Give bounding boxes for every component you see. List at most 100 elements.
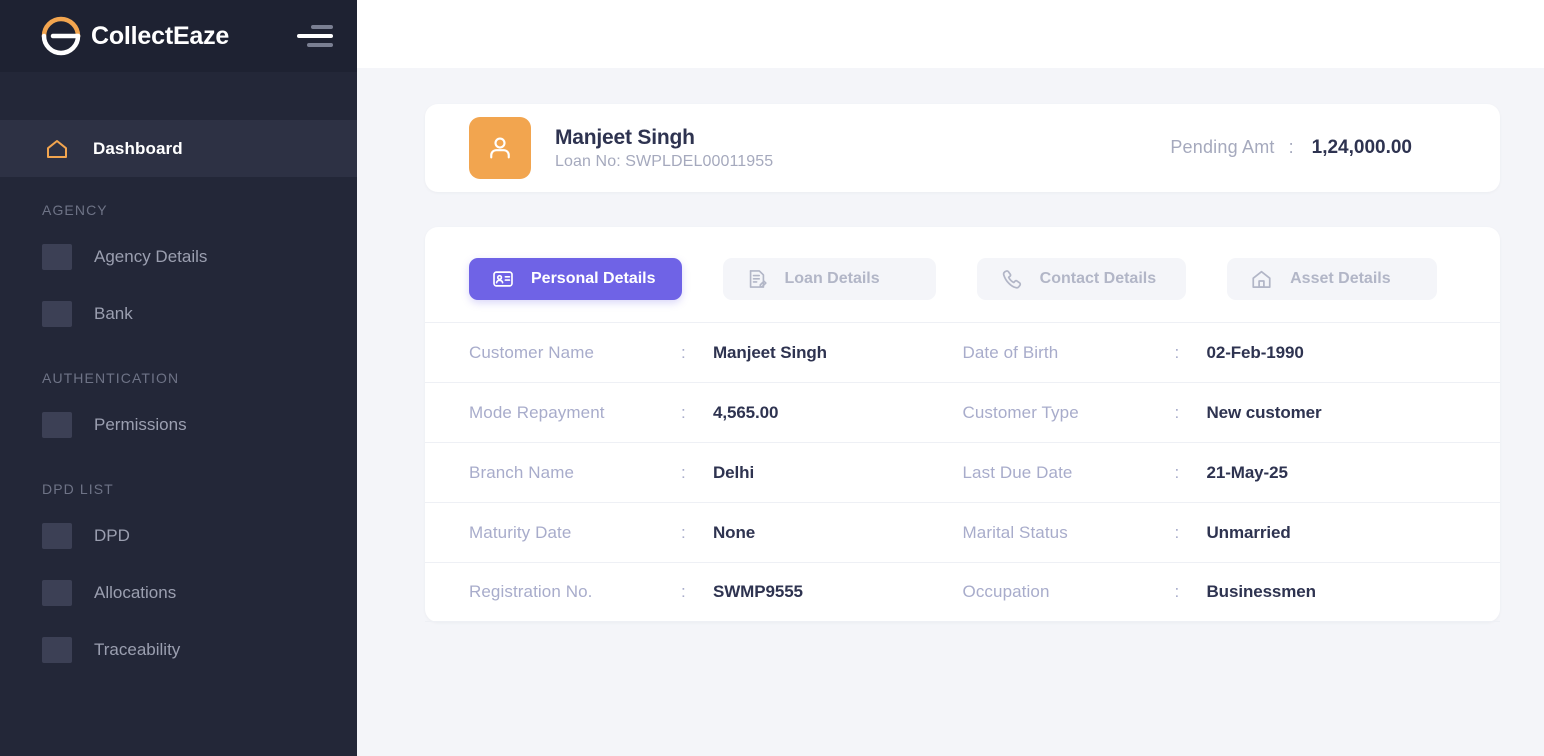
- detail-cell: Maturity Date : None: [469, 523, 963, 543]
- sidebar-item-agency-details[interactable]: Agency Details: [0, 228, 357, 285]
- detail-cell: Mode Repayment : 4,565.00: [469, 403, 963, 423]
- main-area: Manjeet Singh Loan No: SWPLDEL00011955 P…: [357, 0, 1544, 756]
- table-row: Maturity Date : None Marital Status : Un…: [425, 502, 1500, 562]
- sidebar-item-label: Bank: [94, 303, 133, 323]
- tab-label: Personal Details: [531, 270, 656, 287]
- detail-separator: :: [681, 402, 686, 422]
- sidebar-item-dpd[interactable]: DPD: [0, 507, 357, 564]
- sidebar-item-label: Traceability: [94, 639, 181, 659]
- phone-icon: [1000, 268, 1023, 291]
- detail-key: Date of Birth: [962, 342, 1059, 362]
- details-tabs: Personal Details Loan Details Contact De…: [425, 258, 1500, 300]
- detail-cell: Occupation : Businessmen: [963, 582, 1457, 602]
- detail-value: None: [713, 522, 756, 542]
- table-row: Registration No. : SWMP9555 Occupation :…: [425, 562, 1500, 622]
- placeholder-icon: [42, 300, 72, 327]
- detail-value: Businessmen: [1206, 582, 1317, 601]
- sidebar-section-authentication: AUTHENTICATION: [42, 370, 180, 386]
- detail-cell: Last Due Date : 21-May-25: [963, 463, 1457, 483]
- sidebar-section-agency: AGENCY: [42, 202, 108, 218]
- tab-contact-details[interactable]: Contact Details: [976, 258, 1187, 300]
- detail-cell: Customer Type : New customer: [963, 403, 1457, 423]
- brand-header: CollectEaze: [0, 0, 357, 72]
- id-card-icon: [492, 268, 514, 290]
- table-row: Customer Name : Manjeet Singh Date of Bi…: [425, 322, 1500, 382]
- detail-key: Maturity Date: [469, 522, 572, 542]
- table-row: Branch Name : Delhi Last Due Date : 21-M…: [425, 442, 1500, 502]
- sidebar-item-label: Dashboard: [93, 138, 183, 158]
- sidebar-item-label: Allocations: [94, 582, 177, 602]
- customer-identity: Manjeet Singh Loan No: SWPLDEL00011955: [555, 126, 773, 171]
- tab-loan-details[interactable]: Loan Details: [722, 258, 936, 300]
- top-bar: [357, 0, 1544, 68]
- detail-value: 02-Feb-1990: [1206, 342, 1304, 362]
- sidebar: CollectEaze Dashboard AGENCY Agency Deta…: [0, 0, 357, 756]
- detail-separator: :: [1174, 402, 1180, 422]
- detail-cell: Registration No. : SWMP9555: [469, 582, 963, 602]
- detail-value: 4,565.00: [713, 402, 779, 422]
- detail-separator: :: [1174, 462, 1180, 482]
- house-icon: [1250, 268, 1273, 291]
- detail-separator: :: [681, 522, 686, 542]
- sidebar-item-allocations[interactable]: Allocations: [0, 564, 357, 621]
- sidebar-item-bank[interactable]: Bank: [0, 285, 357, 342]
- tab-asset-details[interactable]: Asset Details: [1227, 258, 1437, 300]
- pending-amount-group: Pending Amt : 1,24,000.00: [1170, 137, 1470, 159]
- avatar: [469, 117, 531, 179]
- detail-separator: :: [1174, 522, 1180, 542]
- tab-label: Asset Details: [1290, 270, 1391, 287]
- detail-key: Last Due Date: [962, 462, 1073, 482]
- detail-separator: :: [1174, 582, 1180, 601]
- sidebar-item-label: DPD: [94, 525, 130, 545]
- sidebar-item-label: Permissions: [94, 414, 187, 434]
- tab-label: Loan Details: [784, 270, 880, 287]
- detail-value: 21-May-25: [1206, 462, 1288, 482]
- placeholder-icon: [42, 579, 72, 606]
- detail-value: Manjeet Singh: [713, 342, 827, 362]
- placeholder-icon: [42, 243, 72, 270]
- collecteaze-logo-icon: [40, 15, 82, 57]
- detail-key: Customer Name: [469, 342, 595, 362]
- tab-personal-details[interactable]: Personal Details: [469, 258, 682, 300]
- hamburger-bar-bottom: [307, 43, 333, 47]
- hamburger-bar-middle: [297, 34, 333, 38]
- detail-separator: :: [681, 462, 686, 482]
- page-content: Manjeet Singh Loan No: SWPLDEL00011955 P…: [357, 68, 1544, 756]
- sidebar-item-label: Agency Details: [94, 246, 208, 266]
- details-rows: Customer Name : Manjeet Singh Date of Bi…: [425, 322, 1500, 622]
- detail-cell: Marital Status : Unmarried: [963, 523, 1457, 543]
- pending-amount-separator: :: [1288, 137, 1294, 157]
- placeholder-icon: [42, 411, 72, 438]
- pending-amount-value: 1,24,000.00: [1311, 137, 1412, 158]
- customer-name: Manjeet Singh: [555, 125, 695, 149]
- detail-cell: Customer Name : Manjeet Singh: [469, 343, 963, 363]
- detail-separator: :: [1174, 342, 1180, 362]
- table-row: Mode Repayment : 4,565.00 Customer Type …: [425, 382, 1500, 442]
- details-card: Personal Details Loan Details Contact De…: [425, 227, 1500, 622]
- detail-key: Branch Name: [469, 462, 575, 482]
- detail-value: Delhi: [713, 462, 755, 482]
- detail-separator: :: [681, 342, 686, 362]
- hamburger-bar-top: [311, 25, 333, 29]
- app-root: CollectEaze Dashboard AGENCY Agency Deta…: [0, 0, 1544, 756]
- brand-name: CollectEaze: [91, 21, 230, 50]
- detail-value: New customer: [1206, 402, 1322, 422]
- sidebar-item-traceability[interactable]: Traceability: [0, 621, 357, 678]
- detail-cell: Date of Birth : 02-Feb-1990: [963, 343, 1457, 363]
- detail-key: Mode Repayment: [469, 402, 605, 422]
- hamburger-menu-icon[interactable]: [297, 23, 333, 49]
- sidebar-section-dpd-list: DPD LIST: [42, 481, 114, 497]
- placeholder-icon: [42, 636, 72, 663]
- detail-cell: Branch Name : Delhi: [469, 463, 963, 483]
- customer-header-card: Manjeet Singh Loan No: SWPLDEL00011955 P…: [425, 104, 1500, 192]
- sidebar-item-permissions[interactable]: Permissions: [0, 396, 357, 453]
- detail-value: SWMP9555: [713, 582, 803, 601]
- detail-value: Unmarried: [1206, 522, 1291, 542]
- sidebar-item-dashboard[interactable]: Dashboard: [0, 120, 357, 177]
- pending-amount-label: Pending Amt: [1170, 137, 1275, 157]
- detail-key: Occupation: [962, 582, 1050, 601]
- tab-label: Contact Details: [1039, 270, 1157, 287]
- detail-separator: :: [681, 582, 686, 601]
- detail-key: Registration No.: [469, 582, 593, 601]
